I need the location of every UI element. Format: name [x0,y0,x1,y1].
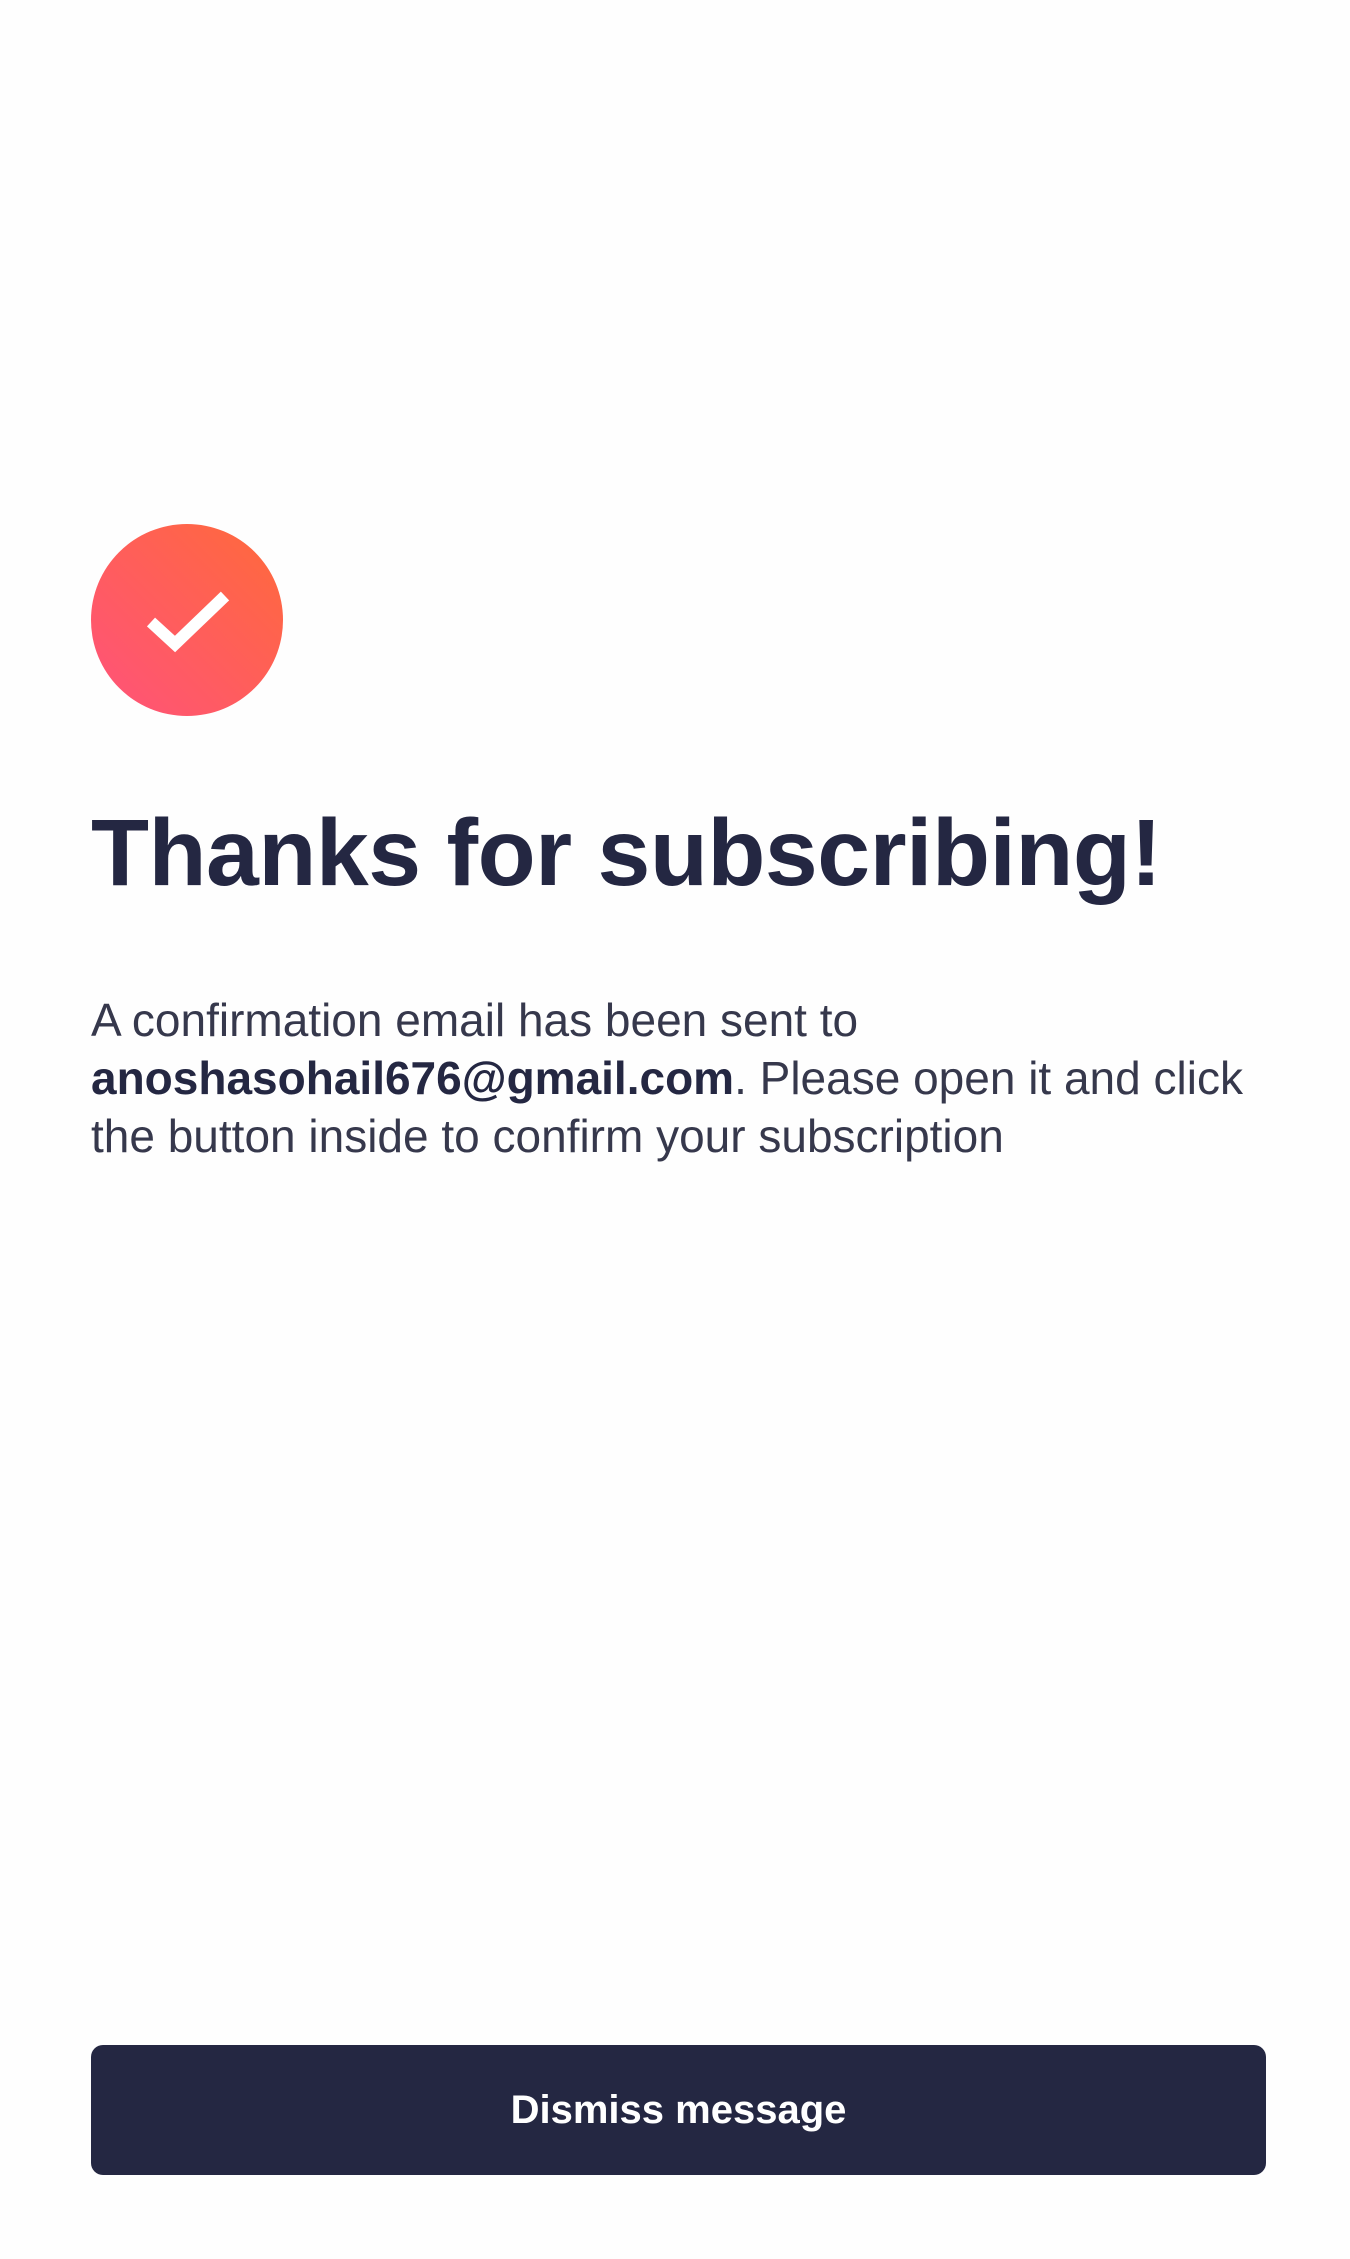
message-before-email: A confirmation email has been sent to [91,993,859,1046]
checkmark-icon [91,524,283,716]
subscriber-email: anoshasohail676@gmail.com [91,1051,735,1104]
confirmation-message: A confirmation email has been sent to an… [91,991,1266,1165]
confirmation-panel: Thanks for subscribing! A confirmation e… [91,524,1266,1165]
dismiss-message-button[interactable]: Dismiss message [91,2045,1266,2175]
page-title: Thanks for subscribing! [91,800,1162,906]
